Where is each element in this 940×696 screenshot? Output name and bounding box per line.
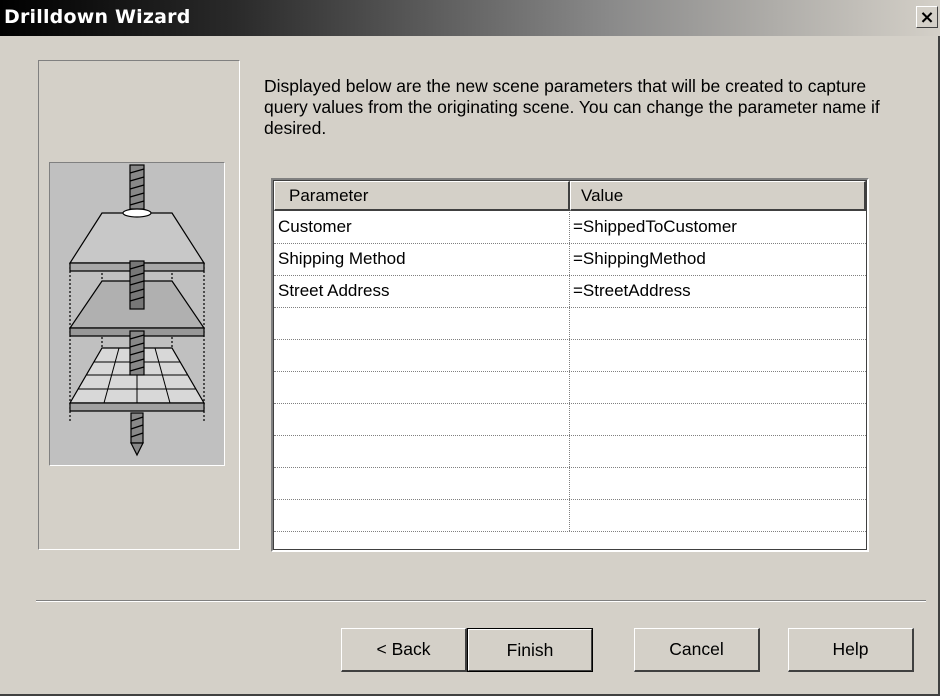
value-cell — [570, 340, 866, 371]
parameter-cell[interactable] — [274, 372, 570, 403]
drilldown-wizard-window: Drilldown Wizard × Displayed below are t… — [0, 0, 940, 696]
value-cell: =ShippedToCustomer — [573, 217, 737, 236]
value-cell — [570, 404, 866, 435]
drill-layers-icon — [68, 164, 206, 457]
table-row[interactable] — [274, 404, 866, 436]
value-cell: =ShippingMethod — [573, 249, 706, 268]
table-row[interactable]: Shipping Method =ShippingMethod — [274, 244, 866, 276]
value-cell — [570, 372, 866, 403]
close-button[interactable]: × — [916, 6, 938, 28]
parameter-cell[interactable] — [274, 468, 570, 499]
parameter-cell[interactable]: Customer — [274, 212, 570, 243]
value-cell — [570, 436, 866, 467]
button-separator — [36, 600, 926, 602]
parameter-cell[interactable] — [274, 404, 570, 435]
parameter-cell[interactable]: Street Address — [274, 276, 570, 307]
parameter-cell[interactable] — [274, 340, 570, 371]
value-cell: =StreetAddress — [573, 281, 691, 300]
grid-rows: Customer =ShippedToCustomer Shipping Met… — [274, 212, 866, 532]
column-header-parameter[interactable]: Parameter — [274, 181, 570, 211]
column-header-value[interactable]: Value — [570, 181, 866, 211]
parameter-grid[interactable]: Parameter Value Customer =ShippedToCusto… — [271, 178, 869, 552]
table-row[interactable] — [274, 372, 866, 404]
finish-button[interactable]: Finish — [467, 628, 593, 672]
intro-text: Displayed below are the new scene parame… — [264, 76, 880, 138]
cancel-button[interactable]: Cancel — [634, 628, 760, 672]
help-button[interactable]: Help — [788, 628, 914, 672]
illustration-frame — [49, 162, 225, 466]
title-bar[interactable]: Drilldown Wizard × — [0, 0, 940, 36]
table-row[interactable] — [274, 468, 866, 500]
value-cell — [570, 308, 866, 339]
close-icon: × — [919, 7, 935, 28]
illustration-panel — [38, 60, 240, 550]
table-row[interactable] — [274, 500, 866, 532]
value-cell — [570, 500, 866, 531]
parameter-cell[interactable] — [274, 500, 570, 531]
grid-header: Parameter Value — [274, 181, 866, 211]
parameter-cell[interactable] — [274, 308, 570, 339]
parameter-cell[interactable] — [274, 436, 570, 467]
table-row[interactable] — [274, 436, 866, 468]
parameter-cell[interactable]: Shipping Method — [274, 244, 570, 275]
table-row[interactable]: Street Address =StreetAddress — [274, 276, 866, 308]
window-title: Drilldown Wizard — [4, 6, 191, 28]
table-row[interactable] — [274, 308, 866, 340]
value-cell — [570, 468, 866, 499]
table-row[interactable] — [274, 340, 866, 372]
table-row[interactable]: Customer =ShippedToCustomer — [274, 212, 866, 244]
back-button[interactable]: < Back — [341, 628, 467, 672]
